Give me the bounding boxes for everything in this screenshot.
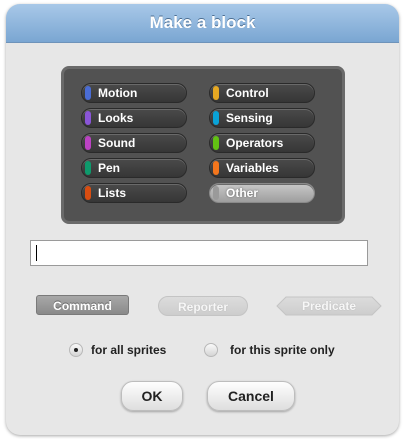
category-color-swatch [213, 136, 219, 150]
category-pen[interactable]: Pen [81, 158, 187, 178]
category-other[interactable]: Other [209, 183, 315, 203]
category-color-swatch [85, 161, 91, 175]
category-color-swatch [85, 111, 91, 125]
for-all-sprites-radio[interactable] [69, 343, 83, 357]
command-shape-button[interactable]: Command [36, 295, 129, 315]
reporter-shape-button[interactable]: Reporter [158, 296, 248, 316]
category-color-swatch [85, 136, 91, 150]
category-color-swatch [213, 111, 219, 125]
radio-selected-dot [74, 348, 78, 352]
make-block-dialog: Make a block Motion Control Looks Sensin… [6, 4, 399, 435]
category-label: Other [226, 186, 259, 200]
category-label: Pen [98, 161, 121, 175]
title-bar[interactable]: Make a block [6, 4, 399, 43]
category-motion[interactable]: Motion [81, 83, 187, 103]
category-sensing[interactable]: Sensing [209, 108, 315, 128]
category-label: Sound [98, 136, 136, 150]
ok-button[interactable]: OK [121, 381, 183, 411]
category-palette: Motion Control Looks Sensing Sound Opera… [61, 66, 345, 224]
category-control[interactable]: Control [209, 83, 315, 103]
block-name-input[interactable] [30, 240, 368, 266]
for-all-sprites-label[interactable]: for all sprites [91, 343, 166, 357]
category-label: Operators [226, 136, 284, 150]
category-color-swatch [213, 86, 219, 100]
category-color-swatch [85, 86, 91, 100]
dialog-title: Make a block [149, 13, 256, 32]
for-this-sprite-only-radio[interactable] [204, 343, 218, 357]
category-operators[interactable]: Operators [209, 133, 315, 153]
category-color-swatch [213, 161, 219, 175]
predicate-label: Predicate [301, 299, 357, 313]
category-looks[interactable]: Looks [81, 108, 187, 128]
category-label: Motion [98, 86, 138, 100]
category-label: Variables [226, 161, 279, 175]
text-caret [36, 245, 37, 261]
predicate-shape-button[interactable]: Predicate [276, 296, 382, 316]
category-color-swatch [85, 186, 91, 200]
category-label: Looks [98, 111, 134, 125]
category-variables[interactable]: Variables [209, 158, 315, 178]
category-label: Sensing [226, 111, 273, 125]
category-color-swatch [213, 186, 219, 200]
category-lists[interactable]: Lists [81, 183, 187, 203]
category-label: Lists [98, 186, 127, 200]
category-label: Control [226, 86, 269, 100]
cancel-button[interactable]: Cancel [207, 381, 295, 411]
category-sound[interactable]: Sound [81, 133, 187, 153]
for-this-sprite-only-label[interactable]: for this sprite only [230, 343, 335, 357]
